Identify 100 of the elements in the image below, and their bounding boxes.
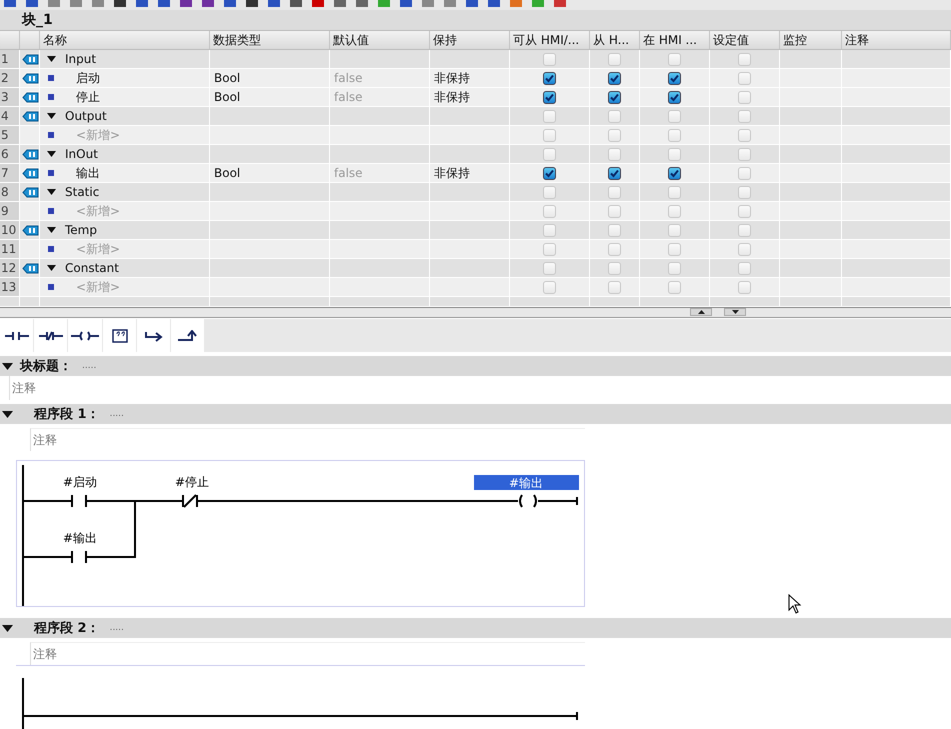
checkbox[interactable] <box>668 72 681 84</box>
variable-name[interactable]: 输出 <box>76 164 100 182</box>
default-value-cell: false <box>334 90 363 104</box>
expand-triangle-icon[interactable] <box>47 112 56 120</box>
checkbox[interactable] <box>608 166 621 180</box>
section-name[interactable]: InOut <box>65 147 98 161</box>
data-type-cell: Bool <box>214 90 240 104</box>
interface-tag-icon <box>22 262 39 274</box>
scroll-up-button[interactable] <box>690 308 712 316</box>
checkbox[interactable] <box>668 90 681 104</box>
row-number: 3 <box>1 90 9 104</box>
row-number: 2 <box>1 71 9 85</box>
checkbox[interactable] <box>543 72 556 84</box>
contact-icon <box>4 330 28 340</box>
toolbar-glyph-icon[interactable] <box>288 0 304 9</box>
no-contact-button[interactable] <box>0 319 33 352</box>
network-title: 程序段 1： <box>34 406 100 423</box>
toolbar-glyph-icon[interactable] <box>332 0 348 9</box>
expand-triangle-icon[interactable] <box>2 410 13 418</box>
down-arrow-icon <box>732 310 738 314</box>
mouse-pointer-icon <box>788 594 802 614</box>
column-header[interactable]: 监控 <box>783 32 807 48</box>
row-number: 4 <box>1 109 9 123</box>
comment-field[interactable]: 注释 <box>12 380 36 396</box>
operand-label[interactable]: #启动 <box>63 475 98 489</box>
expand-triangle-icon[interactable] <box>47 188 56 196</box>
row-number: 7 <box>1 166 9 180</box>
toolbar-glyph-icon[interactable] <box>24 0 40 9</box>
bullet-icon <box>48 170 54 176</box>
checkbox[interactable] <box>608 90 621 104</box>
section-name[interactable]: Input <box>65 52 96 66</box>
toolbar-glyph-icon[interactable] <box>222 0 238 9</box>
block-title-label: 块标题： <box>20 358 72 375</box>
expand-triangle-icon[interactable] <box>2 362 13 370</box>
bullet-icon <box>48 284 54 290</box>
operand-label[interactable]: #停止 <box>175 475 210 489</box>
box-icon <box>110 328 128 344</box>
toolbar-glyph-icon[interactable] <box>134 0 150 9</box>
section-name[interactable]: Output <box>65 109 107 123</box>
title-dots[interactable]: ..... <box>110 623 124 633</box>
expand-triangle-icon[interactable] <box>47 264 56 272</box>
operand-label[interactable]: #输出 <box>63 531 98 545</box>
toolbar-glyph-icon[interactable] <box>178 0 194 9</box>
expand-triangle-icon[interactable] <box>2 624 13 632</box>
title-dots[interactable]: ..... <box>82 361 96 371</box>
column-header[interactable]: 从 H... <box>593 32 630 48</box>
operand-label[interactable]: #输出 <box>474 475 579 490</box>
comment-field[interactable]: 注释 <box>33 646 57 662</box>
toolbar-glyph-icon[interactable] <box>266 0 282 9</box>
column-header[interactable]: 保持 <box>433 32 457 48</box>
data-type-cell: Bool <box>214 71 240 85</box>
toolbar-glyph-icon[interactable] <box>156 0 172 9</box>
expand-triangle-icon[interactable] <box>47 226 56 234</box>
toolbar-glyph-icon[interactable] <box>354 0 370 9</box>
row-number: 12 <box>1 261 16 275</box>
column-header[interactable]: 注释 <box>845 32 869 48</box>
checkbox[interactable] <box>608 72 621 84</box>
scroll-down-button[interactable] <box>724 308 746 316</box>
block-name: 块_1 <box>22 11 53 29</box>
comment-field[interactable]: 注释 <box>33 432 57 448</box>
interface-tag-icon <box>22 54 39 64</box>
checkbox[interactable] <box>543 90 556 104</box>
variable-name[interactable]: 启动 <box>76 70 100 86</box>
column-header[interactable]: 可从 HMI/... <box>513 32 580 48</box>
toolbar-glyph-icon[interactable] <box>244 0 260 9</box>
toolbar-glyph-icon[interactable] <box>398 0 414 9</box>
expand-triangle-icon[interactable] <box>47 56 56 62</box>
toolbar-glyph-icon[interactable] <box>486 0 502 9</box>
section-name[interactable]: Temp <box>65 223 97 237</box>
column-header[interactable]: 名称 <box>43 32 67 48</box>
default-value-cell: false <box>334 71 363 85</box>
toolbar-glyph-icon[interactable] <box>200 0 216 9</box>
variable-name[interactable]: 停止 <box>76 88 100 106</box>
toolbar-glyph-icon[interactable] <box>310 0 326 9</box>
column-header[interactable]: 默认值 <box>333 32 369 48</box>
column-header[interactable]: 设定值 <box>713 32 749 48</box>
bullet-icon <box>48 208 54 214</box>
bullet-icon <box>48 75 54 81</box>
checkbox[interactable] <box>668 166 681 180</box>
close-branch-button[interactable] <box>171 319 204 352</box>
checkbox[interactable] <box>543 166 556 180</box>
nc-contact-button[interactable] <box>34 319 67 352</box>
expand-triangle-icon[interactable] <box>47 150 56 158</box>
title-dots[interactable]: ..... <box>110 409 124 419</box>
open-branch-button[interactable] <box>137 319 170 352</box>
column-header[interactable]: 在 HMI ... <box>643 32 697 48</box>
coil-icon <box>71 330 99 340</box>
branch-arrow-icon <box>144 330 164 342</box>
interface-tag-icon <box>22 168 39 178</box>
section-name[interactable]: Static <box>65 185 100 199</box>
retain-cell: 非保持 <box>434 88 470 106</box>
toolbar-glyph-icon[interactable] <box>2 0 18 9</box>
row-number: 1 <box>1 52 9 66</box>
row-number: 6 <box>1 147 9 161</box>
section-name[interactable]: Constant <box>65 261 119 275</box>
coil-button[interactable] <box>68 319 102 352</box>
data-type-cell: Bool <box>214 166 240 180</box>
column-header[interactable]: 数据类型 <box>213 32 261 48</box>
toolbar-glyph-icon[interactable] <box>112 0 128 9</box>
toolbar-glyph-icon[interactable] <box>464 0 480 9</box>
